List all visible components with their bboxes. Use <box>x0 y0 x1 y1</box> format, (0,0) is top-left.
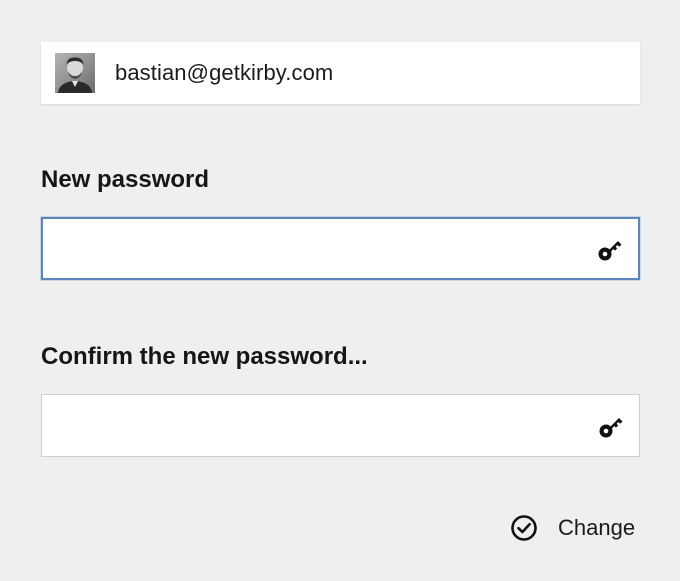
key-icon <box>599 417 623 437</box>
change-button[interactable]: Change <box>504 510 641 546</box>
change-button-label: Change <box>558 515 636 540</box>
confirm-password-input[interactable] <box>42 395 639 456</box>
confirm-password-field-wrapper <box>41 394 640 457</box>
new-password-input[interactable] <box>43 219 638 278</box>
avatar <box>55 53 95 93</box>
key-icon <box>598 240 622 260</box>
user-card: bastian@getkirby.com <box>41 42 640 104</box>
new-password-label: New password <box>41 166 210 193</box>
confirm-password-label: Confirm the new password... <box>41 343 368 370</box>
new-password-field-wrapper <box>41 217 640 280</box>
user-email: bastian@getkirby.com <box>115 60 334 85</box>
user-photo-icon <box>55 53 95 93</box>
check-circle-icon <box>511 515 537 541</box>
